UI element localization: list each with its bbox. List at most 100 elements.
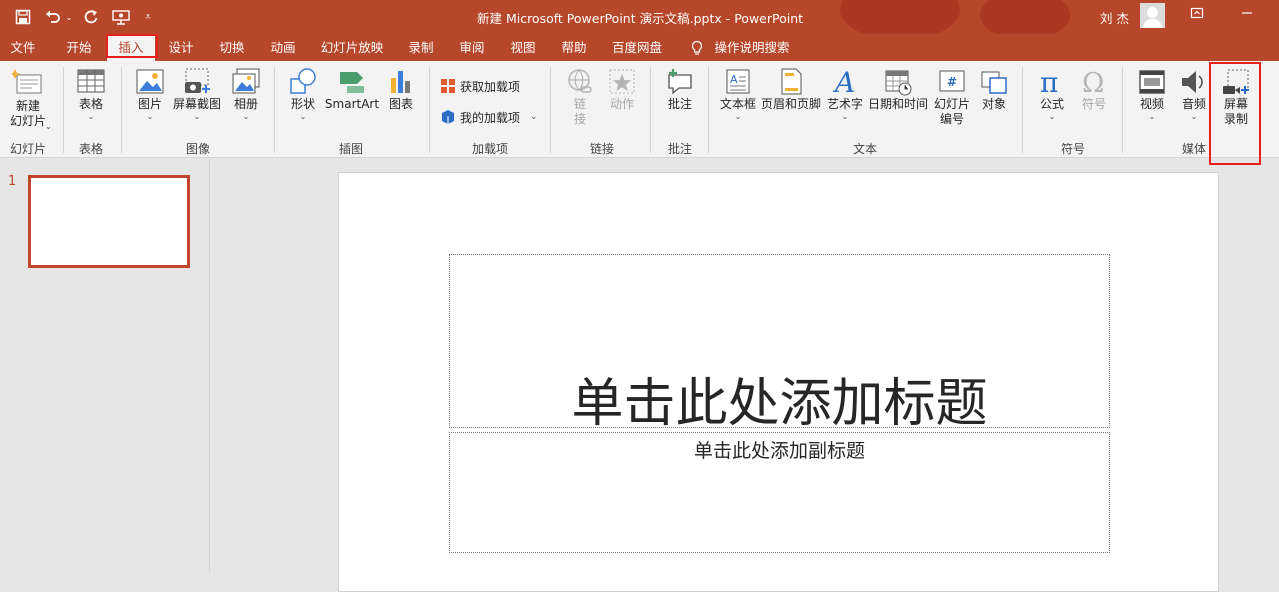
chevron-down-icon: ⌄ [87,112,95,121]
group-label-tables: 表格 [78,142,103,156]
get-addins-button[interactable]: 获取加载项 [440,76,520,96]
window-title: 新建 Microsoft PowerPoint 演示文稿.pptx - Powe… [476,11,804,26]
group-separator [1122,67,1123,153]
pi-icon: π [1040,67,1058,97]
minimize-icon[interactable] [1236,6,1258,26]
present-from-start-icon[interactable] [110,7,132,27]
tell-me-search[interactable]: 操作说明搜索 [712,34,792,61]
group-separator [121,67,122,153]
action-label: 动作 [609,97,634,111]
chevron-down-icon: ⌄ [193,112,201,121]
subtitle-placeholder[interactable]: 单击此处添加副标题 [449,432,1110,553]
chevron-down-icon: ⌄ [1190,112,1198,121]
redo-icon[interactable] [80,7,102,27]
table-button[interactable]: 表格 ⌄ [70,67,112,121]
tab-file[interactable]: 文件 [8,34,38,61]
tab-transitions[interactable]: 切换 [215,34,249,61]
symbol-button[interactable]: Ω 符号 [1074,67,1114,112]
action-star-icon [609,69,635,94]
link-button[interactable]: 链 接 [562,67,598,127]
audio-button[interactable]: 音频 ⌄ [1174,67,1214,121]
group-separator [429,67,430,153]
tab-view[interactable]: 视图 [506,34,540,61]
shapes-icon [290,68,316,94]
picture-button[interactable]: 图片 ⌄ [130,67,170,121]
chart-button[interactable]: 图表 [382,67,420,112]
my-addins-icon [442,110,454,124]
tab-home[interactable]: 开始 [62,34,96,61]
group-separator [1022,67,1023,153]
equation-button[interactable]: π 公式 ⌄ [1032,67,1072,121]
screenshot-icon [185,68,210,93]
link-label-1: 链 [573,97,586,111]
shapes-label: 形状 [290,97,315,111]
smartart-label: SmartArt [324,97,380,111]
undo-icon[interactable] [42,7,64,27]
header-footer-button[interactable]: 页眉和页脚 [760,67,822,112]
tab-record[interactable]: 录制 [404,34,438,61]
action-button[interactable]: 动作 [602,67,642,112]
slide-thumbnail[interactable] [28,175,190,268]
comment-label: 批注 [667,97,692,111]
smartart-button[interactable]: SmartArt [324,67,380,112]
slide-number: 1 [8,174,17,189]
group-separator [63,67,64,153]
group-label-images: 图像 [185,142,210,156]
comment-button[interactable]: 批注 [660,67,700,112]
user-name[interactable]: 刘 杰 [1100,8,1129,27]
group-label-links: 链接 [589,142,614,156]
tab-design[interactable]: 设计 [164,34,198,61]
highlight-insert-tab [106,34,158,58]
slide-number-button[interactable]: # 幻灯片 编号 [931,67,973,127]
avatar[interactable] [1140,3,1165,28]
group-label-illustrations: 插图 [338,142,363,156]
object-icon [981,71,1007,94]
tab-review[interactable]: 审阅 [455,34,489,61]
slide-canvas[interactable]: 单击此处添加标题 单击此处添加副标题 [338,172,1219,592]
symbol-label: 符号 [1081,97,1106,111]
photo-album-icon [232,68,260,94]
undo-dropdown-icon[interactable]: ⌄ [64,7,74,27]
svg-text:#: # [947,75,957,89]
object-button[interactable]: 对象 [974,67,1014,112]
my-addins-button[interactable]: 我的加载项 ⌄ [440,107,538,127]
video-button[interactable]: 视频 ⌄ [1132,67,1172,121]
group-label-symbols: 符号 [1060,142,1085,156]
lightbulb-icon[interactable] [688,34,706,61]
new-slide-button[interactable]: 新建 幻灯片 [2,67,54,129]
subtitle-placeholder-text: 单击此处添加副标题 [693,440,865,462]
picture-label: 图片 [137,97,162,111]
table-label: 表格 [78,97,103,111]
screenshot-button[interactable]: 屏幕截图 ⌄ [172,67,222,121]
chevron-down-icon: ⌄ [734,112,742,121]
tab-slideshow[interactable]: 幻灯片放映 [318,34,386,61]
calendar-icon [885,70,912,96]
object-label: 对象 [981,97,1006,111]
svg-text:Ω: Ω [1082,68,1104,97]
wordart-button[interactable]: A 艺术字 ⌄ [824,67,866,121]
date-time-label: 日期和时间 [867,97,928,111]
audio-label: 音频 [1181,97,1206,111]
customize-icon[interactable]: ⩡ [140,7,156,27]
save-icon[interactable] [12,7,34,27]
slide-number-label-2: 编号 [939,112,964,126]
tab-help[interactable]: 帮助 [557,34,591,61]
group-label-text: 文本 [852,142,877,156]
globe-link-icon [568,69,592,93]
equation-label: 公式 [1039,97,1064,111]
my-addins-label: 我的加载项 [460,110,521,125]
chevron-down-icon[interactable]: ⌄ [45,122,52,131]
date-time-button[interactable]: 日期和时间 [867,67,929,112]
link-label-2: 接 [573,112,586,126]
menu-bar: 文件 开始 插入 设计 切换 动画 幻灯片放映 录制 审阅 视图 帮助 百度网盘… [0,34,1279,61]
ribbon: 新建 幻灯片 ⌄ 幻灯片 表格 ⌄ 表格 图片 ⌄ 屏幕截图 ⌄ 相册 ⌄ 图像… [0,61,1279,158]
tab-baidu-netdisk[interactable]: 百度网盘 [609,34,665,61]
tab-animations[interactable]: 动画 [266,34,300,61]
textbox-button[interactable]: A 文本框 ⌄ [716,67,760,121]
get-addins-label: 获取加载项 [460,79,521,94]
title-placeholder[interactable]: 单击此处添加标题 [449,254,1110,434]
shapes-button[interactable]: 形状 ⌄ [282,67,324,121]
photo-album-button[interactable]: 相册 ⌄ [226,67,266,121]
wordart-label: 艺术字 [826,97,863,111]
ribbon-display-icon[interactable] [1186,6,1208,26]
